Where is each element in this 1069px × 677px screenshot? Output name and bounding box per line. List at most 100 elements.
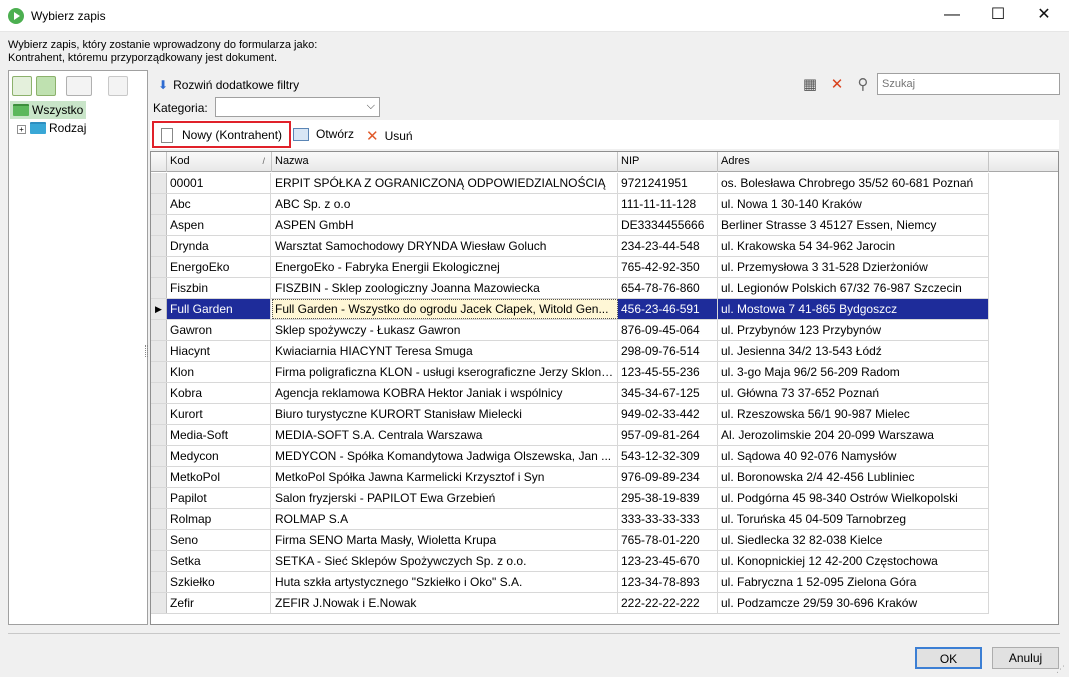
cell-nip[interactable]: 234-23-44-548 bbox=[618, 236, 718, 256]
table-row[interactable]: Gawron Sklep spożywczy - Łukasz Gawron 876… bbox=[151, 320, 989, 341]
folder-menu-button[interactable] bbox=[66, 76, 92, 96]
tree-item-all[interactable]: Wszystko bbox=[10, 101, 87, 119]
cell-kod[interactable]: Hiacynt bbox=[167, 341, 271, 361]
cell-adres[interactable]: ul. Podgórna 45 98-340 Ostrów Wielkopols… bbox=[718, 488, 989, 508]
cell-nazwa[interactable]: Biuro turystyczne KURORT Stanisław Miele… bbox=[272, 404, 618, 424]
cell-adres[interactable]: ul. Przybynów 123 Przybynów bbox=[718, 320, 989, 340]
cell-kod[interactable]: Full Garden bbox=[167, 299, 271, 319]
cell-adres[interactable]: ul. Przemysłowa 3 31-528 Dzierżoniów bbox=[718, 257, 989, 277]
advanced-filter-icon[interactable]: ⚲ bbox=[854, 76, 872, 94]
row-indicator[interactable] bbox=[151, 173, 167, 193]
cell-nip[interactable]: DE3334455666 bbox=[618, 215, 718, 235]
cell-nazwa[interactable]: SETKA - Sieć Sklepów Spożywczych Sp. z o… bbox=[272, 551, 618, 571]
minimize-button[interactable]: — bbox=[929, 0, 975, 32]
cell-kod[interactable]: 00001 bbox=[167, 173, 271, 193]
row-indicator[interactable] bbox=[151, 551, 167, 571]
cell-kod[interactable]: MetkoPol bbox=[167, 467, 271, 487]
cell-nazwa[interactable]: Warsztat Samochodowy DRYNDA Wiesław Golu… bbox=[272, 236, 618, 256]
table-row[interactable]: Medycon MEDYCON - Spółka Komandytowa Jadw… bbox=[151, 446, 989, 467]
table-row[interactable]: Hiacynt Kwiaciarnia HIACYNT Teresa Smuga 2… bbox=[151, 341, 989, 362]
cell-nazwa[interactable]: Firma SENO Marta Masły, Wioletta Krupa bbox=[272, 530, 618, 550]
cell-nazwa[interactable]: Huta szkła artystycznego "Szkiełko i Oko… bbox=[272, 572, 618, 592]
table-row[interactable]: Szkiełko Huta szkła artystycznego "Szkieł… bbox=[151, 572, 989, 593]
cell-nip[interactable]: 9721241951 bbox=[618, 173, 718, 193]
cell-kod[interactable]: Media-Soft bbox=[167, 425, 271, 445]
filter-icon[interactable]: ▦ bbox=[801, 76, 819, 94]
cell-nip[interactable]: 123-45-55-236 bbox=[618, 362, 718, 382]
cell-adres[interactable]: ul. Rzeszowska 56/1 90-987 Mielec bbox=[718, 404, 989, 424]
cell-nazwa[interactable]: Agencja reklamowa KOBRA Hektor Janiak i … bbox=[272, 383, 618, 403]
cell-nazwa[interactable]: Firma poligraficzna KLON - usługi kserog… bbox=[272, 362, 618, 382]
open-button[interactable]: Otwórz bbox=[293, 127, 354, 141]
cell-nip[interactable]: 976-09-89-234 bbox=[618, 467, 718, 487]
table-row[interactable]: Fiszbin FISZBIN - Sklep zoologiczny Joann… bbox=[151, 278, 989, 299]
cell-nazwa[interactable]: ROLMAP S.A bbox=[272, 509, 618, 529]
row-indicator[interactable] bbox=[151, 341, 167, 361]
cell-adres[interactable]: ul. Boronowska 2/4 42-456 Lubliniec bbox=[718, 467, 989, 487]
cell-kod[interactable]: Klon bbox=[167, 362, 271, 382]
cell-adres[interactable]: ul. Jesienna 34/2 13-543 Łódź bbox=[718, 341, 989, 361]
cell-nip[interactable]: 876-09-45-064 bbox=[618, 320, 718, 340]
cell-kod[interactable]: Medycon bbox=[167, 446, 271, 466]
cell-kod[interactable]: Rolmap bbox=[167, 509, 271, 529]
cell-adres[interactable]: Berliner Strasse 3 45127 Essen, Niemcy bbox=[718, 215, 989, 235]
cell-nip[interactable]: 543-12-32-309 bbox=[618, 446, 718, 466]
cell-nazwa[interactable]: ASPEN GmbH bbox=[272, 215, 618, 235]
cell-adres[interactable]: ul. Legionów Polskich 67/32 76-987 Szcze… bbox=[718, 278, 989, 298]
cell-nazwa[interactable]: Sklep spożywczy - Łukasz Gawron bbox=[272, 320, 618, 340]
table-row[interactable]: ▶ Full Garden Full Garden - Wszystko do og… bbox=[151, 299, 989, 320]
cell-adres[interactable]: ul. Fabryczna 1 52-095 Zielona Góra bbox=[718, 572, 989, 592]
expand-icon[interactable]: + bbox=[17, 125, 26, 134]
row-indicator[interactable] bbox=[151, 236, 167, 256]
cell-kod[interactable]: Fiszbin bbox=[167, 278, 271, 298]
cell-nip[interactable]: 111-11-11-128 bbox=[618, 194, 718, 214]
cell-nazwa[interactable]: ABC Sp. z o.o bbox=[272, 194, 618, 214]
column-header-nip[interactable]: NIP bbox=[618, 152, 718, 172]
cell-adres[interactable]: ul. Mostowa 7 41-865 Bydgoszcz bbox=[718, 299, 989, 319]
new-contractor-button[interactable]: Nowy (Kontrahent) bbox=[152, 121, 291, 148]
cell-kod[interactable]: Kobra bbox=[167, 383, 271, 403]
cell-adres[interactable]: ul. Nowa 1 30-140 Kraków bbox=[718, 194, 989, 214]
row-indicator[interactable] bbox=[151, 488, 167, 508]
current-row-icon[interactable]: ▶ bbox=[151, 299, 167, 319]
cell-kod[interactable]: Seno bbox=[167, 530, 271, 550]
tree-item-rodzaj[interactable]: + Rodzaj bbox=[17, 119, 86, 137]
cell-kod[interactable]: Zefir bbox=[167, 593, 271, 613]
panel-splitter[interactable] bbox=[145, 345, 148, 357]
table-row[interactable]: Seno Firma SENO Marta Masły, Wioletta Kru… bbox=[151, 530, 989, 551]
cell-nazwa[interactable]: Full Garden - Wszystko do ogrodu Jacek C… bbox=[272, 299, 618, 319]
search-input[interactable] bbox=[877, 73, 1060, 95]
cell-nazwa[interactable]: MetkoPol Spółka Jawna Karmelicki Krzyszt… bbox=[272, 467, 618, 487]
table-row[interactable]: Papilot Salon fryzjerski - PAPILOT Ewa Gr… bbox=[151, 488, 989, 509]
category-select[interactable]: ⌵ bbox=[215, 97, 380, 117]
cell-nip[interactable]: 456-23-46-591 bbox=[618, 299, 718, 319]
row-indicator[interactable] bbox=[151, 320, 167, 340]
clear-filter-icon[interactable]: ✕ bbox=[828, 76, 846, 94]
cell-nip[interactable]: 949-02-33-442 bbox=[618, 404, 718, 424]
cell-nazwa[interactable]: ZEFIR J.Nowak i E.Nowak bbox=[272, 593, 618, 613]
cell-kod[interactable]: EnergoEko bbox=[167, 257, 271, 277]
expand-filters-button[interactable]: ⬇ Rozwiń dodatkowe filtry bbox=[158, 78, 299, 92]
cell-kod[interactable]: Drynda bbox=[167, 236, 271, 256]
table-row[interactable]: Aspen ASPEN GmbH DE3334455666 Berliner Stra… bbox=[151, 215, 989, 236]
row-indicator[interactable] bbox=[151, 194, 167, 214]
cell-nip[interactable]: 295-38-19-839 bbox=[618, 488, 718, 508]
cell-kod[interactable]: Abc bbox=[167, 194, 271, 214]
cell-adres[interactable]: os. Bolesława Chrobrego 35/52 60-681 Poz… bbox=[718, 173, 989, 193]
cell-nip[interactable]: 298-09-76-514 bbox=[618, 341, 718, 361]
table-row[interactable]: Rolmap ROLMAP S.A 333-33-33-333 ul. Toruńsk… bbox=[151, 509, 989, 530]
cell-nip[interactable]: 123-23-45-670 bbox=[618, 551, 718, 571]
cell-nip[interactable]: 333-33-33-333 bbox=[618, 509, 718, 529]
row-indicator[interactable] bbox=[151, 383, 167, 403]
cell-adres[interactable]: ul. Sądowa 40 92-076 Namysłów bbox=[718, 446, 989, 466]
column-header-kod[interactable]: Kod / bbox=[167, 152, 272, 172]
row-indicator[interactable] bbox=[151, 572, 167, 592]
delete-button[interactable]: ✕ Usuń bbox=[366, 127, 413, 145]
cell-kod[interactable]: Papilot bbox=[167, 488, 271, 508]
cell-nip[interactable]: 654-78-76-860 bbox=[618, 278, 718, 298]
cell-adres[interactable]: ul. Krakowska 54 34-962 Jarocin bbox=[718, 236, 989, 256]
tree-view-button[interactable] bbox=[12, 76, 32, 96]
row-indicator[interactable] bbox=[151, 446, 167, 466]
cell-adres[interactable]: ul. Podzamcze 29/59 30-696 Kraków bbox=[718, 593, 989, 613]
cell-adres[interactable]: ul. Konopnickiej 12 42-200 Częstochowa bbox=[718, 551, 989, 571]
